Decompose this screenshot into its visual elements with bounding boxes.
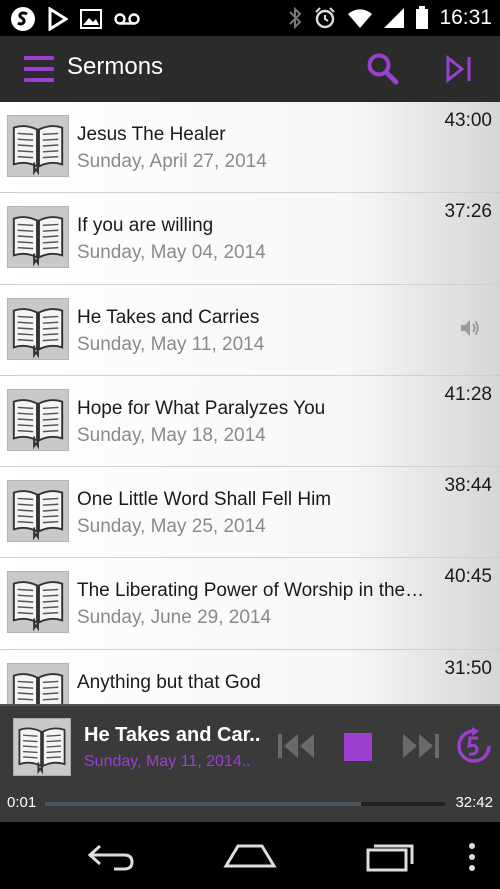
sermon-title: Hope for What Paralyzes You bbox=[77, 397, 326, 419]
next-icon[interactable] bbox=[399, 728, 441, 764]
bible-icon bbox=[7, 662, 69, 704]
now-playing-title[interactable]: He Takes and Car.. bbox=[84, 724, 262, 747]
skip-5-icon[interactable] bbox=[454, 726, 494, 766]
sermon-title: One Little Word Shall Fell Him bbox=[77, 489, 332, 511]
status-bar: 16:31 bbox=[0, 0, 500, 36]
sermon-date: Sunday, May 04, 2014 bbox=[77, 242, 266, 264]
status-time: 16:31 bbox=[439, 6, 492, 29]
now-playing-bar: He Takes and Car.. Sunday, May 11, 2014.… bbox=[0, 704, 500, 822]
voicemail-icon bbox=[114, 13, 140, 25]
bible-icon bbox=[7, 480, 69, 543]
sermon-list[interactable]: Jesus The Healer Sunday, April 27, 2014 … bbox=[0, 102, 500, 704]
search-icon[interactable] bbox=[366, 52, 400, 86]
sermon-title: The Liberating Power of Worship in the… bbox=[77, 580, 425, 602]
bible-icon bbox=[7, 388, 69, 451]
sermon-date: Sunday, May 25, 2014 bbox=[77, 516, 266, 538]
overflow-menu-icon[interactable] bbox=[466, 842, 478, 872]
sermon-date: Sunday, May 11, 2014 bbox=[77, 333, 265, 355]
speaker-icon bbox=[461, 319, 479, 336]
sermon-date: Sunday, April 27, 2014 bbox=[77, 151, 267, 172]
current-time: 0:01 bbox=[7, 794, 37, 811]
recent-apps-icon[interactable] bbox=[364, 838, 416, 872]
sermon-duration: 37:26 bbox=[444, 201, 492, 223]
list-item[interactable]: Anything but that God 31:50 bbox=[0, 650, 500, 704]
bible-icon bbox=[7, 571, 69, 634]
seek-bar[interactable] bbox=[45, 802, 445, 806]
back-icon[interactable] bbox=[86, 840, 136, 872]
sermon-duration: 40:45 bbox=[444, 566, 492, 588]
total-time: 32:42 bbox=[455, 794, 493, 811]
now-playing-date: Sunday, May 11, 2014.. bbox=[84, 753, 251, 770]
sermon-date: Sunday, May 18, 2014 bbox=[77, 424, 266, 446]
bible-icon bbox=[7, 297, 69, 360]
navigation-bar bbox=[0, 822, 500, 889]
sermon-title: If you are willing bbox=[77, 215, 214, 237]
home-icon[interactable] bbox=[222, 840, 278, 872]
action-bar: Sermons bbox=[0, 36, 500, 102]
page-title: Sermons bbox=[67, 53, 164, 80]
sermon-duration: 31:50 bbox=[444, 657, 492, 679]
list-item[interactable]: Jesus The Healer Sunday, April 27, 2014 … bbox=[0, 102, 500, 194]
s-app-icon bbox=[11, 7, 35, 31]
play-store-icon bbox=[48, 7, 68, 31]
sermon-duration: 38:44 bbox=[444, 475, 492, 497]
bluetooth-icon bbox=[289, 6, 302, 30]
play-queue-icon[interactable] bbox=[444, 54, 474, 84]
list-item[interactable]: The Liberating Power of Worship in the… … bbox=[0, 558, 500, 650]
sermon-duration: 41:28 bbox=[444, 383, 492, 405]
sermon-title: He Takes and Carries bbox=[77, 306, 260, 328]
list-item[interactable]: If you are willing Sunday, May 04, 2014 … bbox=[0, 193, 500, 285]
bible-icon bbox=[7, 206, 69, 269]
sermon-title: Anything but that God bbox=[77, 671, 261, 693]
menu-icon[interactable] bbox=[24, 56, 54, 82]
sermon-duration: 43:00 bbox=[444, 110, 492, 131]
list-item[interactable]: Hope for What Paralyzes You Sunday, May … bbox=[0, 376, 500, 468]
stop-icon[interactable] bbox=[344, 733, 372, 761]
bible-icon bbox=[13, 718, 71, 776]
list-item[interactable]: He Takes and Carries Sunday, May 11, 201… bbox=[0, 285, 500, 376]
battery-icon bbox=[416, 6, 429, 29]
previous-icon[interactable] bbox=[276, 728, 318, 764]
bible-icon bbox=[7, 115, 69, 177]
image-icon bbox=[80, 9, 102, 29]
list-item[interactable]: One Little Word Shall Fell Him Sunday, M… bbox=[0, 467, 500, 559]
alarm-icon bbox=[315, 7, 336, 29]
seek-progress bbox=[45, 802, 361, 806]
wifi-icon bbox=[348, 9, 373, 28]
sermon-date: Sunday, June 29, 2014 bbox=[77, 607, 272, 629]
signal-icon bbox=[384, 8, 405, 28]
sermon-title: Jesus The Healer bbox=[77, 124, 226, 145]
